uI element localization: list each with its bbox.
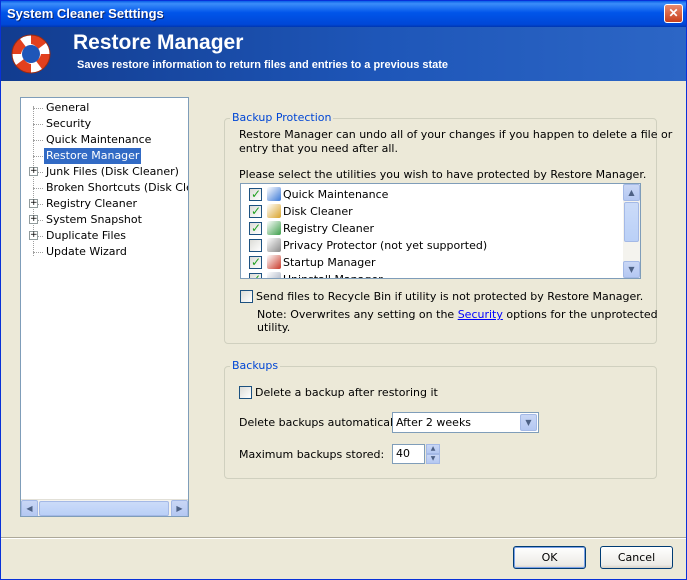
scroll-down-button[interactable]: ▼ <box>623 261 640 278</box>
utility-label: Disk Cleaner <box>283 205 353 218</box>
settings-window: System Cleaner Setttings ✕ Restore Manag… <box>0 0 687 580</box>
tree-item-label: Junk Files (Disk Cleaner) <box>46 165 179 178</box>
scroll-left-button[interactable]: ◀ <box>21 500 38 516</box>
settings-tree[interactable]: General Security Quick Maintenance Restore … <box>20 97 189 517</box>
expand-icon[interactable]: + <box>29 167 38 176</box>
utility-checkbox[interactable] <box>249 255 262 269</box>
utility-label: Registry Cleaner <box>283 222 375 235</box>
tree-item[interactable]: + Duplicate Files <box>21 228 188 244</box>
expand-icon[interactable]: + <box>29 199 38 208</box>
tree-item-label: General <box>46 101 90 114</box>
utility-label: Uninstall Manager <box>283 273 383 278</box>
utility-checkbox[interactable] <box>249 239 262 252</box>
utility-label: Quick Maintenance <box>283 188 389 201</box>
utility-label: Startup Manager <box>283 256 376 269</box>
scroll-right-button[interactable]: ▶ <box>171 500 188 516</box>
delete-after-restore-checkbox[interactable] <box>239 386 252 399</box>
tree-item-label: System Snapshot <box>46 213 142 226</box>
recycle-bin-checkbox[interactable] <box>240 290 253 303</box>
shield-icon <box>267 238 281 252</box>
protection-description-1: Restore Manager can undo all of your cha… <box>239 128 673 141</box>
tree-item[interactable]: + Junk Files (Disk Cleaner) <box>21 164 188 180</box>
tree-connector <box>33 140 43 141</box>
backups-legend: Backups <box>230 359 281 372</box>
tree-connector <box>33 252 43 253</box>
utility-label: Privacy Protector (not yet supported) <box>283 239 488 252</box>
utilities-list[interactable]: Quick Maintenance Disk Cleaner Registry Cl… <box>240 183 641 279</box>
utility-checkbox[interactable] <box>249 204 262 218</box>
tree-item[interactable]: Broken Shortcuts (Disk Cleaner) <box>21 180 188 196</box>
tree-item[interactable]: Update Wizard <box>21 244 188 260</box>
expand-icon[interactable]: + <box>29 231 38 240</box>
max-backups-input[interactable]: 40 <box>392 444 425 464</box>
tree-item[interactable]: + System Snapshot <box>21 212 188 228</box>
auto-delete-value: After 2 weeks <box>396 416 472 429</box>
list-item[interactable]: Quick Maintenance <box>241 186 624 203</box>
tree-connector <box>33 156 43 157</box>
stepper-up-button[interactable]: ▲ <box>426 444 440 454</box>
tree-item-label: Quick Maintenance <box>46 133 152 146</box>
security-note: Note: Overwrites any setting on the Secu… <box>257 308 658 321</box>
tree-horizontal-scrollbar[interactable]: ◀ ▶ <box>21 499 188 516</box>
footer-separator <box>1 537 686 539</box>
disk-cleaner-icon <box>267 204 281 218</box>
scroll-thumb[interactable] <box>39 501 169 516</box>
note-suffix: options for the unprotected <box>502 308 658 321</box>
max-backups-label: Maximum backups stored: <box>239 448 385 461</box>
broom-icon <box>267 187 281 201</box>
tree-connector <box>33 124 43 125</box>
tree-item-label: Duplicate Files <box>46 229 127 242</box>
note-prefix: Note: Overwrites any setting on the <box>257 308 458 321</box>
window-title: System Cleaner Setttings <box>7 6 164 21</box>
tree-connector <box>33 108 43 109</box>
utilities-prompt: Please select the utilities you wish to … <box>239 168 647 181</box>
ok-button[interactable]: OK <box>513 546 586 569</box>
list-item[interactable]: Uninstall Manager <box>241 271 624 278</box>
page-header: Restore Manager Saves restore informatio… <box>1 27 686 81</box>
utilities-vertical-scrollbar[interactable]: ▲ ▼ <box>623 184 640 278</box>
auto-delete-select[interactable]: After 2 weeks ▼ <box>392 412 539 433</box>
scroll-up-button[interactable]: ▲ <box>623 184 640 201</box>
max-backups-stepper[interactable]: ▲ ▼ <box>426 444 440 464</box>
chevron-down-icon[interactable]: ▼ <box>520 414 537 431</box>
recycle-bin-label[interactable]: Send files to Recycle Bin if utility is … <box>256 290 643 303</box>
auto-delete-label: Delete backups automatically: <box>239 416 406 429</box>
tree-item-label: Restore Manager <box>44 148 142 164</box>
list-scroll-thumb[interactable] <box>624 202 639 242</box>
stepper-down-button[interactable]: ▼ <box>426 454 440 464</box>
uninstall-icon <box>267 272 281 278</box>
security-note-line2: utility. <box>257 321 291 334</box>
protection-description-2: entry that you need after all. <box>239 142 398 155</box>
tree-item-label: Registry Cleaner <box>46 197 138 210</box>
tree-item-label: Security <box>46 117 92 130</box>
traffic-light-icon <box>267 255 281 269</box>
expand-icon[interactable]: + <box>29 215 38 224</box>
backup-protection-legend: Backup Protection <box>230 111 334 124</box>
tree-item[interactable]: Quick Maintenance <box>21 132 188 148</box>
list-item[interactable]: Registry Cleaner <box>241 220 624 237</box>
registry-icon <box>267 221 281 235</box>
lifebuoy-icon <box>11 34 51 74</box>
page-subtitle: Saves restore information to return file… <box>77 59 449 71</box>
utility-checkbox[interactable] <box>249 221 262 235</box>
list-item[interactable]: Privacy Protector (not yet supported) <box>241 237 624 254</box>
tree-item[interactable]: Restore Manager <box>21 148 188 164</box>
utility-checkbox[interactable] <box>249 272 262 278</box>
tree-item-label: Update Wizard <box>46 245 127 258</box>
tree-item[interactable]: + Registry Cleaner <box>21 196 188 212</box>
tree-item[interactable]: General <box>21 100 188 116</box>
title-bar[interactable]: System Cleaner Setttings ✕ <box>1 1 686 27</box>
close-button[interactable]: ✕ <box>664 4 683 23</box>
security-link[interactable]: Security <box>458 308 503 321</box>
page-title: Restore Manager <box>73 31 244 54</box>
list-item[interactable]: Startup Manager <box>241 254 624 271</box>
list-item[interactable]: Disk Cleaner <box>241 203 624 220</box>
tree-item[interactable]: Security <box>21 116 188 132</box>
tree-connector <box>33 188 43 189</box>
tree-item-label: Broken Shortcuts (Disk Cleaner) <box>46 181 188 194</box>
delete-after-restore-label[interactable]: Delete a backup after restoring it <box>255 386 438 399</box>
utility-checkbox[interactable] <box>249 187 262 201</box>
cancel-button[interactable]: Cancel <box>600 546 673 569</box>
